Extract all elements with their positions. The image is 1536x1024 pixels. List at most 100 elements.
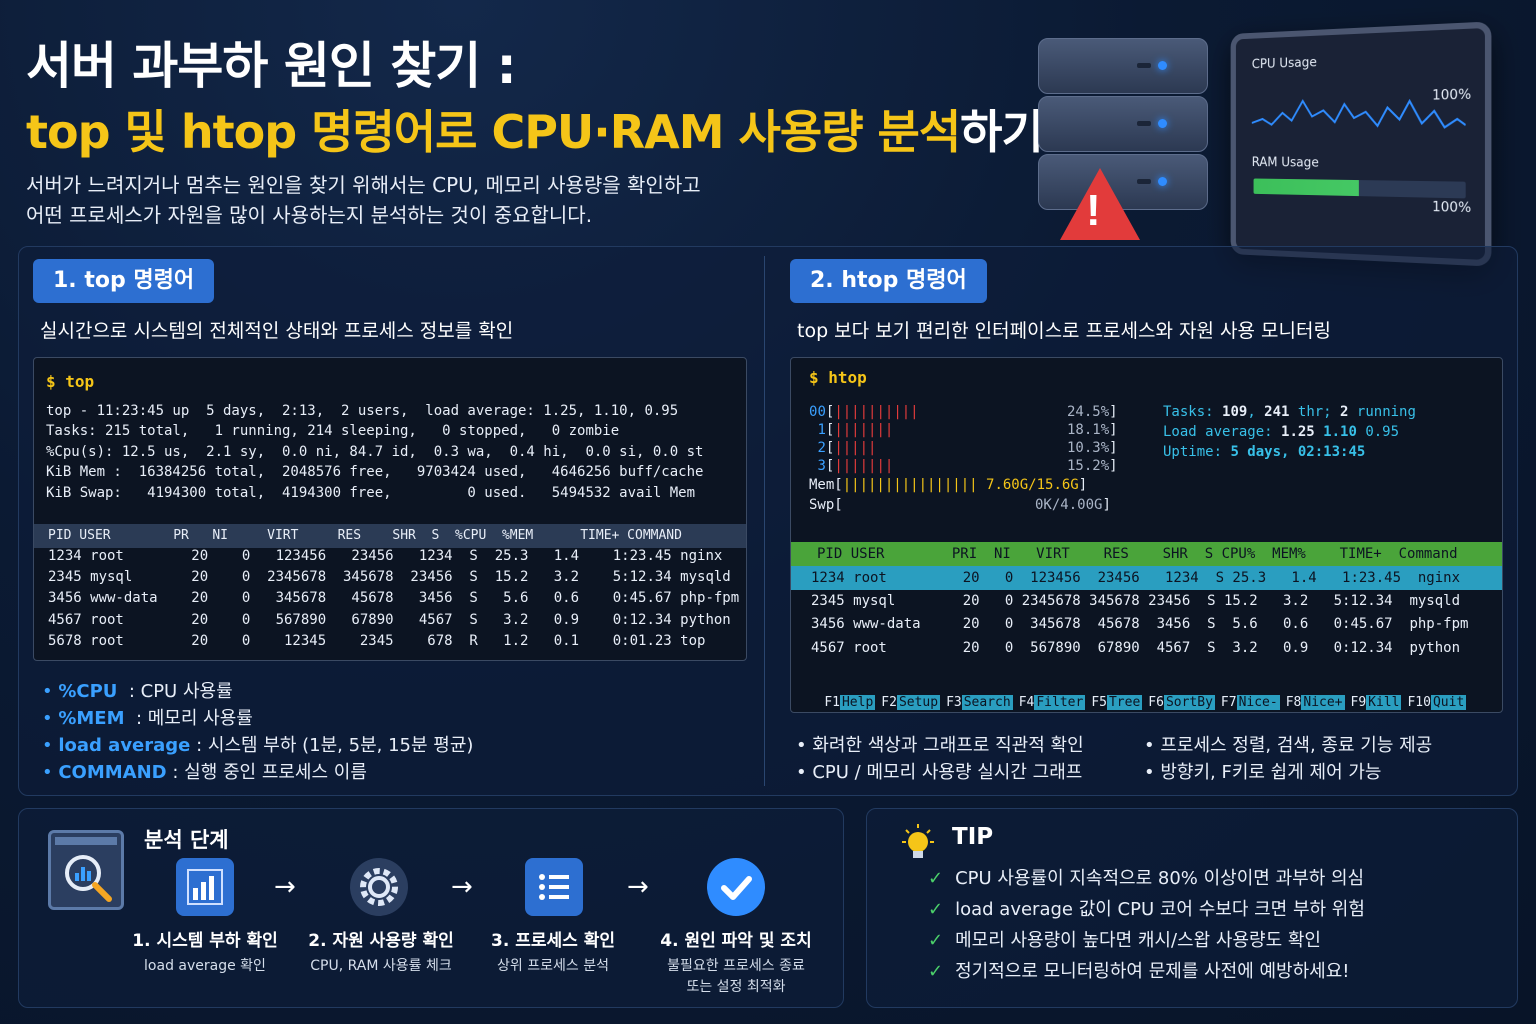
bullet-key: %CPU [58, 681, 118, 702]
top-section-desc: 실시간으로 시스템의 전체적인 상태와 프로세스 정보를 확인 [40, 320, 514, 342]
gear-icon [350, 858, 408, 916]
htop-bullet: • CPU / 메모리 사용량 실시간 그래프 [796, 762, 1083, 783]
step-title: 3. 프로세스 확인 [491, 931, 615, 951]
arrow-right-icon: → [274, 872, 296, 902]
top-bullet: • COMMAND : 실행 중인 프로세스 이름 [42, 762, 367, 783]
table-row: 5678 root 20 0 12345 2345 678 R 1.2 0.1 … [48, 633, 706, 649]
bullet-key: %MEM [58, 708, 125, 729]
table-row[interactable]: 4567 root 20 0 567890 67890 4567 S 3.2 0… [811, 640, 1460, 656]
top-bullet: • %CPU : CPU 사용률 [42, 681, 233, 702]
top-prompt: $ top [46, 372, 95, 391]
ram-usage-label: RAM Usage [1251, 155, 1319, 171]
page-subtitle: top 및 htop 명령어로 CPU·RAM 사용량 분석하기 [26, 96, 1044, 162]
top-summary-line: top - 11:23:45 up 5 days, 2:13, 2 users,… [46, 403, 679, 419]
list-icon [525, 858, 583, 916]
table-row: 1234 root 20 0 123456 23456 1234 S 25.3 … [48, 548, 723, 564]
ram-usage-pct: 100% [1432, 199, 1472, 217]
fkey-kill[interactable]: F9 Kill [1351, 695, 1408, 710]
lightbulb-icon [896, 822, 940, 870]
fkey-nice-plus[interactable]: F8 Nice+ [1286, 695, 1351, 710]
cpu-core-pct: 15.2%] [1067, 458, 1118, 474]
top-summary-line: Tasks: 215 total, 1 running, 214 sleepin… [46, 423, 620, 439]
fkey-search[interactable]: F3 Search [946, 695, 1019, 710]
fkey-nice-minus[interactable]: F7 Nice- [1221, 695, 1286, 710]
fkey-quit[interactable]: F10 Quit [1407, 695, 1472, 710]
step-desc: load average 확인 [144, 958, 266, 974]
fkey-help[interactable]: F1 Help [824, 695, 881, 710]
warning-mark: ! [1086, 186, 1101, 235]
mem-bar: Mem[|||||||||||||||| 7.60G/15.6G] [809, 477, 1088, 493]
top-summary-line: KiB Mem : 16384256 total, 2048576 free, … [46, 464, 704, 480]
htop-bullet: • 프로세스 정렬, 검색, 종료 기능 제공 [1144, 735, 1433, 756]
hero-illustration: ! CPU Usage 100% RAM Usage 100% [1030, 18, 1520, 268]
bullet-key: load average [58, 735, 191, 756]
htop-selected-row[interactable]: 1234 root 20 0 123456 23456 1234 S 25.3 … [791, 566, 1502, 590]
check-icon: ✓ [928, 961, 944, 982]
cpu-core-pct: 24.5%] [1067, 404, 1118, 420]
htop-load: Load average: 1.25 1.10 0.95 [1163, 424, 1400, 440]
subtitle-highlight: top 및 htop 명령어로 CPU·RAM 사용량 분석 [26, 105, 961, 159]
htop-section-desc: top 보다 보기 편리한 인터페이스로 프로세스와 자원 사용 모니터링 [797, 320, 1331, 342]
tip-item: ✓ CPU 사용률이 지속적으로 80% 이상이면 과부하 의심 [928, 868, 1365, 889]
cpu-core-pct: 10.3%] [1067, 440, 1118, 456]
intro-line-1: 서버가 느려지거나 멈추는 원인을 찾기 위해서는 CPU, 메모리 사용량을 … [26, 173, 701, 197]
table-row: 3456 www-data 20 0 345678 45678 3456 S 5… [48, 590, 740, 606]
htop-tasks: Tasks: 109, 241 thr; 2 running [1163, 404, 1416, 420]
cpu-core-bar: 00[|||||||||| [809, 404, 919, 420]
table-row: 2345 mysql 20 0 2345678 345678 23456 S 1… [48, 569, 731, 585]
monitor-illustration: CPU Usage 100% RAM Usage 100% [1230, 21, 1492, 267]
check-circle-icon [707, 858, 765, 916]
bullet-text: : 시스템 부하 (1분, 5분, 15분 평균) [190, 735, 474, 756]
tip-item: ✓ load average 값이 CPU 코어 수보다 크면 부하 위험 [928, 899, 1365, 920]
cpu-usage-label: CPU Usage [1251, 55, 1317, 73]
htop-table-header: PID USER PRI NI VIRT RES SHR S CPU% MEM%… [791, 542, 1502, 566]
step-desc: 불필요한 프로세스 종료 또는 설정 최적화 [667, 958, 805, 995]
ram-usage-bar [1253, 178, 1466, 199]
cpu-core-bar: 2[||||| [817, 440, 877, 456]
bullet-text: : CPU 사용률 [117, 681, 233, 702]
bullet-text: : 메모리 사용률 [124, 708, 253, 729]
tip-item: ✓ 정기적으로 모니터링하여 문제를 사전에 예방하세요! [928, 961, 1350, 982]
step-desc: CPU, RAM 사용률 체크 [310, 958, 452, 974]
top-bullet: • load average : 시스템 부하 (1분, 5분, 15분 평균) [42, 735, 474, 756]
server-unit-icon [1038, 38, 1208, 94]
table-row[interactable]: 3456 www-data 20 0 345678 45678 3456 S 5… [811, 616, 1468, 632]
server-unit-icon [1038, 96, 1208, 152]
tip-title: TIP [952, 824, 994, 850]
ram-usage-fill [1253, 178, 1360, 197]
swp-bar: Swp[ [809, 497, 843, 513]
bullet-key: COMMAND [58, 762, 167, 783]
step-title: 4. 원인 파악 및 조치 [660, 931, 812, 951]
fkey-filter[interactable]: F4 Filter [1019, 695, 1092, 710]
arrow-right-icon: → [627, 872, 649, 902]
top-summary-line: KiB Swap: 4194300 total, 4194300 free, 0… [46, 485, 696, 501]
top-section-badge: 1. top 명령어 [33, 259, 215, 303]
intro-text: 서버가 느려지거나 멈추는 원인을 찾기 위해서는 CPU, 메모리 사용량을 … [26, 170, 701, 230]
fkey-setup[interactable]: F2 Setup [881, 695, 946, 710]
htop-bullet: • 화려한 색상과 그래프로 직관적 확인 [796, 735, 1084, 756]
htop-prompt: $ htop [809, 368, 867, 387]
table-row[interactable]: 2345 mysql 20 0 2345678 345678 23456 S 1… [811, 593, 1460, 609]
swp-value: 0K/4.00G] [1035, 497, 1111, 513]
htop-terminal: $ htop 00[|||||||||| 24.5%] 1[||||||| 18… [790, 357, 1503, 713]
fkey-tree[interactable]: F5 Tree [1091, 695, 1148, 710]
cpu-core-pct: 18.1%] [1067, 422, 1118, 438]
check-icon: ✓ [928, 930, 944, 951]
arrow-right-icon: → [451, 872, 473, 902]
cpu-core-bar: 1[||||||| [817, 422, 894, 438]
check-icon: ✓ [928, 899, 944, 920]
panel-divider [764, 256, 765, 786]
top-table-header: PID USER PR NI VIRT RES SHR S %CPU %MEM … [34, 524, 746, 548]
htop-uptime: Uptime: 5 days, 02:13:45 [1163, 444, 1366, 460]
top-summary-line: %Cpu(s): 12.5 us, 2.1 sy, 0.0 ni, 84.7 i… [46, 444, 704, 460]
cpu-core-bar: 3[||||||| [817, 458, 894, 474]
fkey-sortby[interactable]: F6 SortBy [1148, 695, 1221, 710]
intro-line-2: 어떤 프로세스가 자원을 많이 사용하는지 분석하는 것이 중요합니다. [26, 203, 593, 227]
tip-item: ✓ 메모리 사용량이 높다면 캐시/스왑 사용량도 확인 [928, 930, 1321, 951]
bar-chart-icon [176, 858, 234, 916]
cpu-usage-graph [1252, 79, 1466, 152]
check-icon: ✓ [928, 868, 944, 889]
bullet-text: : 실행 중인 프로세스 이름 [166, 762, 367, 783]
analysis-magnifier-icon [48, 830, 124, 910]
page-title: 서버 과부하 원인 찾기 : [26, 37, 517, 95]
